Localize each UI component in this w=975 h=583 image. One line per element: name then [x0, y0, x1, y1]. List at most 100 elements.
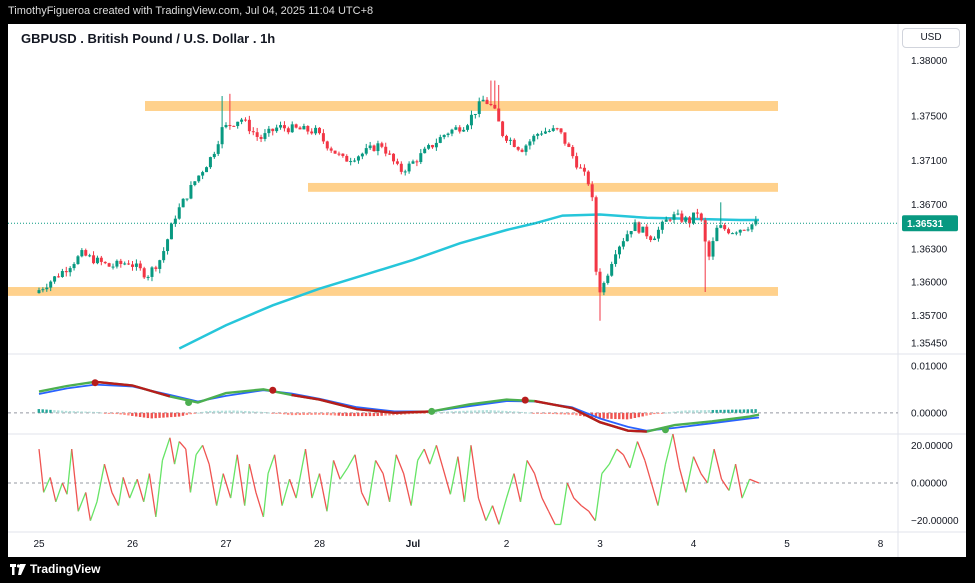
- support-resistance-zone: [308, 182, 778, 192]
- oscillator-2-line-segment: [195, 444, 204, 456]
- tradingview-logo-text: TradingView: [30, 562, 101, 576]
- candle-body: [730, 233, 734, 235]
- candle-body: [637, 222, 641, 233]
- oscillator-1-histogram-bar: [103, 412, 107, 414]
- oscillator-1-histogram-bar: [497, 410, 500, 413]
- oscillator-2-line-segment: [332, 460, 341, 480]
- candle-body: [715, 227, 719, 242]
- oscillator-2-line-segment: [664, 433, 674, 465]
- candle-body: [423, 148, 427, 154]
- oscillator-2-line-segment: [700, 473, 709, 484]
- oscillator-1-histogram-bar: [111, 412, 115, 414]
- oscillator-1-slow-line: [38, 383, 760, 432]
- oscillator-1-histogram-bar: [310, 412, 313, 415]
- candle-body: [501, 121, 505, 136]
- oscillator-1-histogram-bar: [360, 412, 364, 417]
- oscillator-2-line-segment: [304, 448, 313, 499]
- candle-body: [150, 267, 154, 277]
- oscillator-1-histogram-bar: [473, 410, 477, 413]
- oscillator-1-histogram-bar: [734, 409, 738, 413]
- oscillator-1-histogram-bar: [676, 411, 679, 413]
- price-scale-label: 1.36000: [911, 278, 948, 289]
- candle-body: [263, 133, 267, 139]
- oscillator-2-line-segment: [463, 445, 472, 502]
- oscillator-1-histogram-bar: [520, 411, 524, 413]
- candle-body: [232, 125, 236, 127]
- candle-body: [41, 289, 45, 291]
- candle-body: [430, 145, 434, 148]
- oscillator-1-histogram-bar: [60, 410, 64, 413]
- oscillator-2-line-segment: [526, 460, 536, 474]
- candle-body: [314, 127, 318, 134]
- oscillator-2-line-segment: [208, 464, 218, 506]
- chart-canvas[interactable]: 1.38000 1.37500 1.37100 1.36700 1.36300 1.360…: [8, 24, 966, 557]
- candle-body: [306, 126, 310, 132]
- oscillator-2-line-segment: [423, 448, 431, 465]
- chart-frame[interactable]: 1.38000 1.37500 1.37100 1.36700 1.36300 1.360…: [8, 24, 966, 557]
- oscillator-2-line-segment: [178, 441, 187, 450]
- candle-body: [364, 148, 368, 154]
- candle-body: [742, 229, 746, 231]
- oscillator-1-histogram-bar: [181, 412, 185, 416]
- oscillator-1-histogram-bar: [57, 410, 60, 413]
- oscillator-1-histogram-bar: [618, 412, 621, 420]
- oscillator-1-histogram-bar: [127, 412, 130, 416]
- oscillator-2-line-segment: [66, 449, 73, 495]
- candle-body: [37, 290, 41, 294]
- candle-body: [197, 175, 201, 182]
- oscillator-1-histogram-bar: [115, 412, 118, 415]
- oscillator-1-histogram-bar: [80, 411, 83, 413]
- candle-body: [95, 257, 99, 264]
- oscillator-1-histogram-bar: [244, 410, 247, 413]
- candle-body: [216, 144, 220, 154]
- oscillator-1-histogram-bar: [536, 412, 539, 414]
- candle-body: [586, 171, 590, 185]
- oscillator-2-line-segment: [513, 473, 522, 502]
- oscillator-2-line-segment: [636, 441, 646, 461]
- candle-body: [294, 124, 298, 128]
- oscillator-1-histogram-bar: [368, 412, 372, 417]
- oscillator-1-histogram-bar: [555, 412, 559, 415]
- oscillator-1-histogram-bar: [723, 409, 726, 413]
- oscillator-1-histogram-bar: [450, 411, 453, 413]
- candle-body: [99, 257, 103, 262]
- price-scale-label: 1.37500: [911, 111, 948, 122]
- oscillator-2-line-segment: [457, 456, 466, 502]
- candle-body: [103, 261, 107, 264]
- oscillator-2-line-segment: [38, 449, 45, 493]
- oscillator-2-line-segment: [255, 492, 265, 518]
- oscillator-1-histogram-bar: [672, 411, 676, 413]
- price-scale-label: 1.38000: [911, 56, 948, 67]
- oscillator-1-histogram-bar: [279, 412, 282, 414]
- candle-body: [602, 282, 606, 293]
- oscillator-1-histogram-bar: [142, 412, 146, 418]
- candle-body: [310, 131, 314, 134]
- candle-body: [508, 139, 512, 141]
- oscillator-1-histogram-bar: [434, 412, 438, 414]
- oscillator-2-line-segment: [395, 454, 405, 474]
- oscillator-2-line-segment: [601, 463, 610, 474]
- oscillator-2-line-segment: [129, 478, 138, 499]
- candle-body: [625, 234, 629, 242]
- candle-body: [641, 226, 645, 233]
- candle-body: [162, 251, 166, 261]
- oscillator-2-line-segment: [403, 473, 412, 506]
- candle-body: [520, 149, 524, 152]
- oscillator-1-histogram-bar: [446, 411, 450, 413]
- oscillator-2-line-segment: [429, 445, 437, 465]
- oscillator-1-histogram-bar: [738, 409, 742, 413]
- candle-body: [302, 126, 306, 130]
- oscillator-1-histogram-bar: [72, 411, 76, 413]
- oscillator-1-histogram-bar: [84, 411, 87, 413]
- candle-body: [438, 137, 442, 143]
- oscillator-1-cross-marker: [185, 398, 193, 406]
- candle-body: [462, 129, 466, 132]
- currency-selector[interactable]: USD: [902, 28, 960, 48]
- candle-body: [536, 133, 540, 136]
- candle-body: [193, 181, 197, 185]
- oscillator-1-histogram-bar: [88, 411, 91, 413]
- oscillator-1-histogram-bar: [349, 412, 352, 417]
- oscillator-2-line-segment: [143, 473, 150, 502]
- oscillator-1-histogram-bar: [641, 412, 644, 417]
- candle-body: [360, 153, 364, 157]
